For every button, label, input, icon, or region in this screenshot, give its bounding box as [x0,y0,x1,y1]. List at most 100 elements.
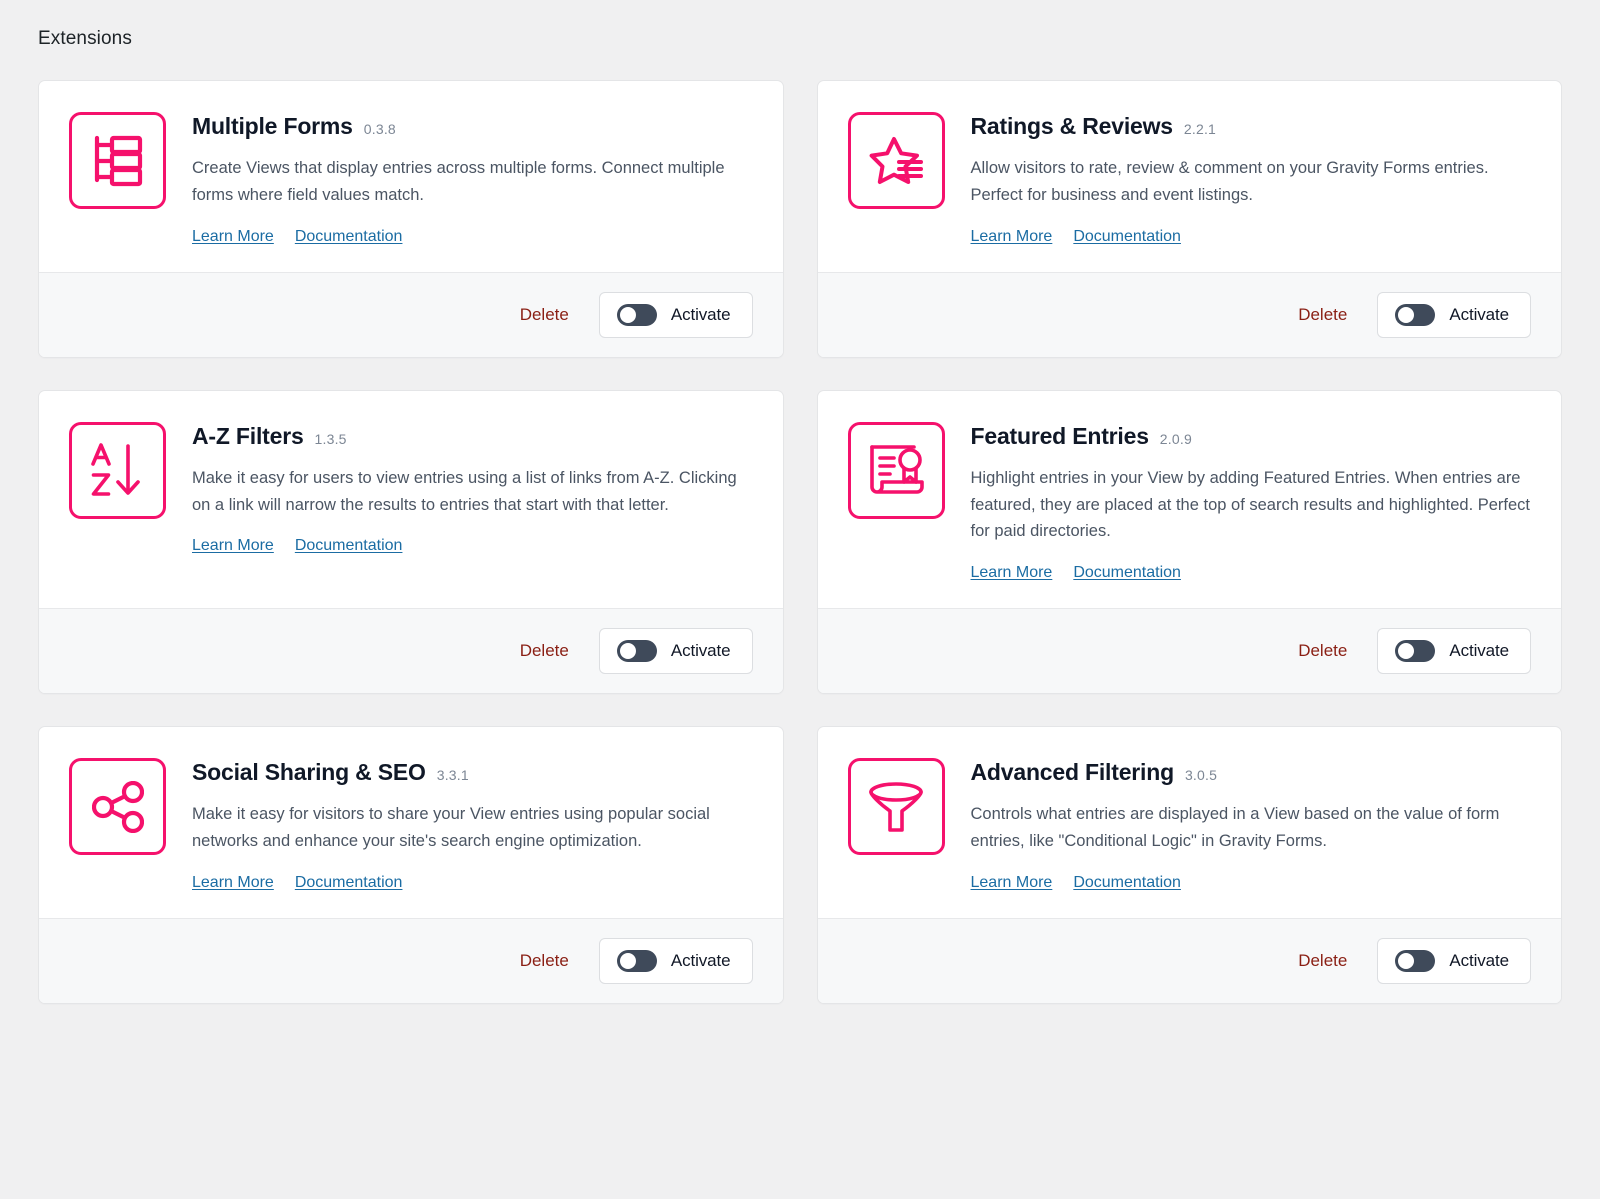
extension-title-row: A-Z Filters 1.3.5 [192,424,753,449]
extension-name: Multiple Forms [192,114,353,139]
delete-button[interactable]: Delete [1294,299,1351,331]
extension-description: Create Views that display entries across… [192,155,752,208]
extension-links: Learn More Documentation [971,564,1532,582]
extension-card: Ratings & Reviews 2.2.1 Allow visitors t… [817,80,1563,358]
activate-toggle[interactable] [1395,950,1435,972]
extension-version: 3.3.1 [437,767,469,783]
extension-card-body: A-Z Filters 1.3.5 Make it easy for users… [39,391,783,608]
extension-links: Learn More Documentation [192,537,753,555]
extension-info: Featured Entries 2.0.9 Highlight entries… [971,422,1532,582]
share-nodes-icon [69,758,166,855]
activate-toggle[interactable] [617,304,657,326]
delete-button[interactable]: Delete [516,635,573,667]
toggle-knob-icon [620,643,636,659]
activate-button[interactable]: Activate [1377,628,1531,674]
extension-version: 1.3.5 [315,431,347,447]
extension-card-footer: Delete Activate [39,918,783,1003]
extension-version: 2.0.9 [1160,431,1192,447]
extension-info: Multiple Forms 0.3.8 Create Views that d… [192,112,753,246]
activate-label: Activate [671,305,731,325]
activate-button[interactable]: Activate [599,628,753,674]
az-sort-icon [69,422,166,519]
extension-info: Social Sharing & SEO 3.3.1 Make it easy … [192,758,753,892]
extension-description: Make it easy for users to view entries u… [192,465,752,518]
learn-more-link[interactable]: Learn More [971,564,1053,582]
extension-card: Social Sharing & SEO 3.3.1 Make it easy … [38,726,784,1004]
extension-info: Advanced Filtering 3.0.5 Controls what e… [971,758,1532,892]
extension-name: Featured Entries [971,424,1149,449]
extension-info: A-Z Filters 1.3.5 Make it easy for users… [192,422,753,582]
learn-more-link[interactable]: Learn More [192,228,274,246]
activate-button[interactable]: Activate [1377,938,1531,984]
extension-description: Make it easy for visitors to share your … [192,801,752,854]
extension-links: Learn More Documentation [192,874,753,892]
activate-button[interactable]: Activate [599,292,753,338]
extension-card: Multiple Forms 0.3.8 Create Views that d… [38,80,784,358]
delete-button[interactable]: Delete [1294,945,1351,977]
extension-info: Ratings & Reviews 2.2.1 Allow visitors t… [971,112,1532,246]
extension-title-row: Ratings & Reviews 2.2.1 [971,114,1532,139]
extension-title-row: Advanced Filtering 3.0.5 [971,760,1532,785]
extension-card-body: Ratings & Reviews 2.2.1 Allow visitors t… [818,81,1562,272]
extension-card-footer: Delete Activate [818,272,1562,357]
extension-card-body: Advanced Filtering 3.0.5 Controls what e… [818,727,1562,918]
activate-label: Activate [671,641,731,661]
activate-label: Activate [671,951,731,971]
delete-button[interactable]: Delete [516,299,573,331]
extension-card: A-Z Filters 1.3.5 Make it easy for users… [38,390,784,694]
extension-version: 2.2.1 [1184,121,1216,137]
activate-button[interactable]: Activate [599,938,753,984]
activate-toggle[interactable] [1395,304,1435,326]
toggle-knob-icon [1398,953,1414,969]
activate-toggle[interactable] [1395,640,1435,662]
extension-card-footer: Delete Activate [818,608,1562,693]
toggle-knob-icon [620,953,636,969]
activate-label: Activate [1449,641,1509,661]
extension-links: Learn More Documentation [971,874,1532,892]
extension-title-row: Featured Entries 2.0.9 [971,424,1532,449]
learn-more-link[interactable]: Learn More [192,537,274,555]
activate-label: Activate [1449,305,1509,325]
extension-card-footer: Delete Activate [39,272,783,357]
extension-card-footer: Delete Activate [39,608,783,693]
documentation-link[interactable]: Documentation [295,537,403,555]
page-title: Extensions [38,28,1562,50]
learn-more-link[interactable]: Learn More [971,874,1053,892]
documentation-link[interactable]: Documentation [1073,228,1181,246]
extension-name: A-Z Filters [192,424,304,449]
extension-card-body: Featured Entries 2.0.9 Highlight entries… [818,391,1562,608]
documentation-link[interactable]: Documentation [295,228,403,246]
extension-card-body: Social Sharing & SEO 3.3.1 Make it easy … [39,727,783,918]
toggle-knob-icon [620,307,636,323]
activate-toggle[interactable] [617,640,657,662]
delete-button[interactable]: Delete [1294,635,1351,667]
documentation-link[interactable]: Documentation [295,874,403,892]
extension-description: Controls what entries are displayed in a… [971,801,1531,854]
delete-button[interactable]: Delete [516,945,573,977]
documentation-link[interactable]: Documentation [1073,564,1181,582]
learn-more-link[interactable]: Learn More [192,874,274,892]
extensions-grid: Multiple Forms 0.3.8 Create Views that d… [38,80,1562,1004]
star-review-icon [848,112,945,209]
extension-links: Learn More Documentation [192,228,753,246]
extension-version: 3.0.5 [1185,767,1217,783]
extension-name: Ratings & Reviews [971,114,1173,139]
extension-title-row: Multiple Forms 0.3.8 [192,114,753,139]
extension-version: 0.3.8 [364,121,396,137]
extension-card-body: Multiple Forms 0.3.8 Create Views that d… [39,81,783,272]
extension-card-footer: Delete Activate [818,918,1562,1003]
extension-card: Featured Entries 2.0.9 Highlight entries… [817,390,1563,694]
extension-card: Advanced Filtering 3.0.5 Controls what e… [817,726,1563,1004]
documentation-link[interactable]: Documentation [1073,874,1181,892]
extension-name: Advanced Filtering [971,760,1174,785]
extension-title-row: Social Sharing & SEO 3.3.1 [192,760,753,785]
extensions-page: Extensions Mult [0,0,1600,1199]
activate-button[interactable]: Activate [1377,292,1531,338]
toggle-knob-icon [1398,643,1414,659]
toggle-knob-icon [1398,307,1414,323]
activate-toggle[interactable] [617,950,657,972]
hierarchy-forms-icon [69,112,166,209]
learn-more-link[interactable]: Learn More [971,228,1053,246]
extension-links: Learn More Documentation [971,228,1532,246]
activate-label: Activate [1449,951,1509,971]
